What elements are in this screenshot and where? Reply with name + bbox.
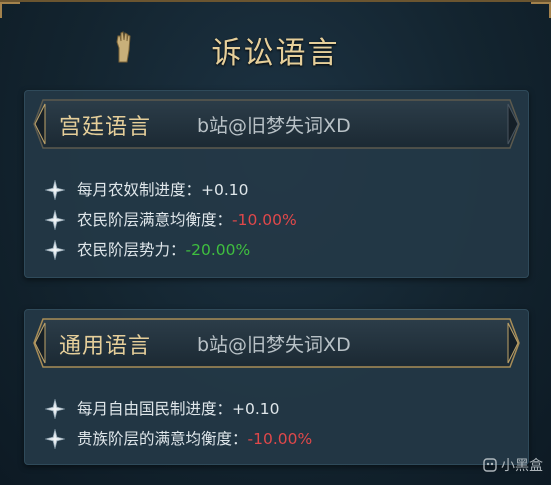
- xiaoheihe-logo-icon: [483, 458, 497, 472]
- star-icon: [45, 210, 65, 230]
- star-icon: [45, 240, 65, 260]
- title-row: 诉讼语言: [0, 24, 551, 80]
- effects-list: 每月自由国民制进度：+0.10 贵族阶层的满意均衡度：-10.00%: [45, 394, 312, 454]
- star-icon: [45, 180, 65, 200]
- star-icon: [45, 429, 65, 449]
- effect-item: 农民阶层满意均衡度：-10.00%: [45, 205, 297, 235]
- card-banner: 宫廷语言 b站@旧梦失词XD: [33, 98, 520, 150]
- effect-label: 每月自由国民制进度：: [77, 400, 233, 418]
- effect-item: 每月自由国民制进度：+0.10: [45, 394, 312, 424]
- effect-label: 贵族阶层的满意均衡度：: [77, 430, 248, 448]
- language-card-common[interactable]: 通用语言 b站@旧梦失词XD 每月自由国民制进度：+0.10 贵族阶层的满意均衡…: [24, 309, 529, 465]
- watermark-text: 小黑盒: [501, 458, 543, 474]
- effect-label: 农民阶层势力：: [77, 241, 186, 259]
- frame-corner-top-left: [0, 2, 20, 18]
- window-frame: 诉讼语言 宫廷语言 b站@旧梦失词XD 每月农奴制进度：+0.10 农民阶层满意…: [0, 0, 551, 485]
- card-credit: b站@旧梦失词XD: [197, 334, 351, 356]
- card-title: 通用语言: [59, 334, 152, 359]
- star-icon: [45, 399, 65, 419]
- effect-value: +0.10: [201, 181, 249, 199]
- card-credit: b站@旧梦失词XD: [197, 115, 351, 137]
- card-banner: 通用语言 b站@旧梦失词XD: [33, 317, 520, 369]
- effect-value: -20.00%: [185, 241, 251, 259]
- card-title: 宫廷语言: [59, 115, 152, 140]
- effect-label: 每月农奴制进度：: [77, 181, 202, 199]
- effects-list: 每月农奴制进度：+0.10 农民阶层满意均衡度：-10.00% 农民阶层势力：-…: [45, 175, 297, 265]
- effect-value: -10.00%: [247, 430, 313, 448]
- effect-value: -10.00%: [232, 211, 297, 229]
- watermark: 小黑盒: [483, 455, 543, 475]
- page-title: 诉讼语言: [211, 36, 340, 71]
- language-card-court[interactable]: 宫廷语言 b站@旧梦失词XD 每月农奴制进度：+0.10 农民阶层满意均衡度：-…: [24, 90, 529, 278]
- effect-item: 农民阶层势力：-20.00%: [45, 235, 297, 265]
- effect-item: 贵族阶层的满意均衡度：-10.00%: [45, 424, 312, 454]
- frame-corner-top-right: [531, 2, 551, 18]
- effect-value: +0.10: [232, 400, 280, 418]
- effect-label: 农民阶层满意均衡度：: [77, 211, 233, 229]
- effect-item: 每月农奴制进度：+0.10: [45, 175, 297, 205]
